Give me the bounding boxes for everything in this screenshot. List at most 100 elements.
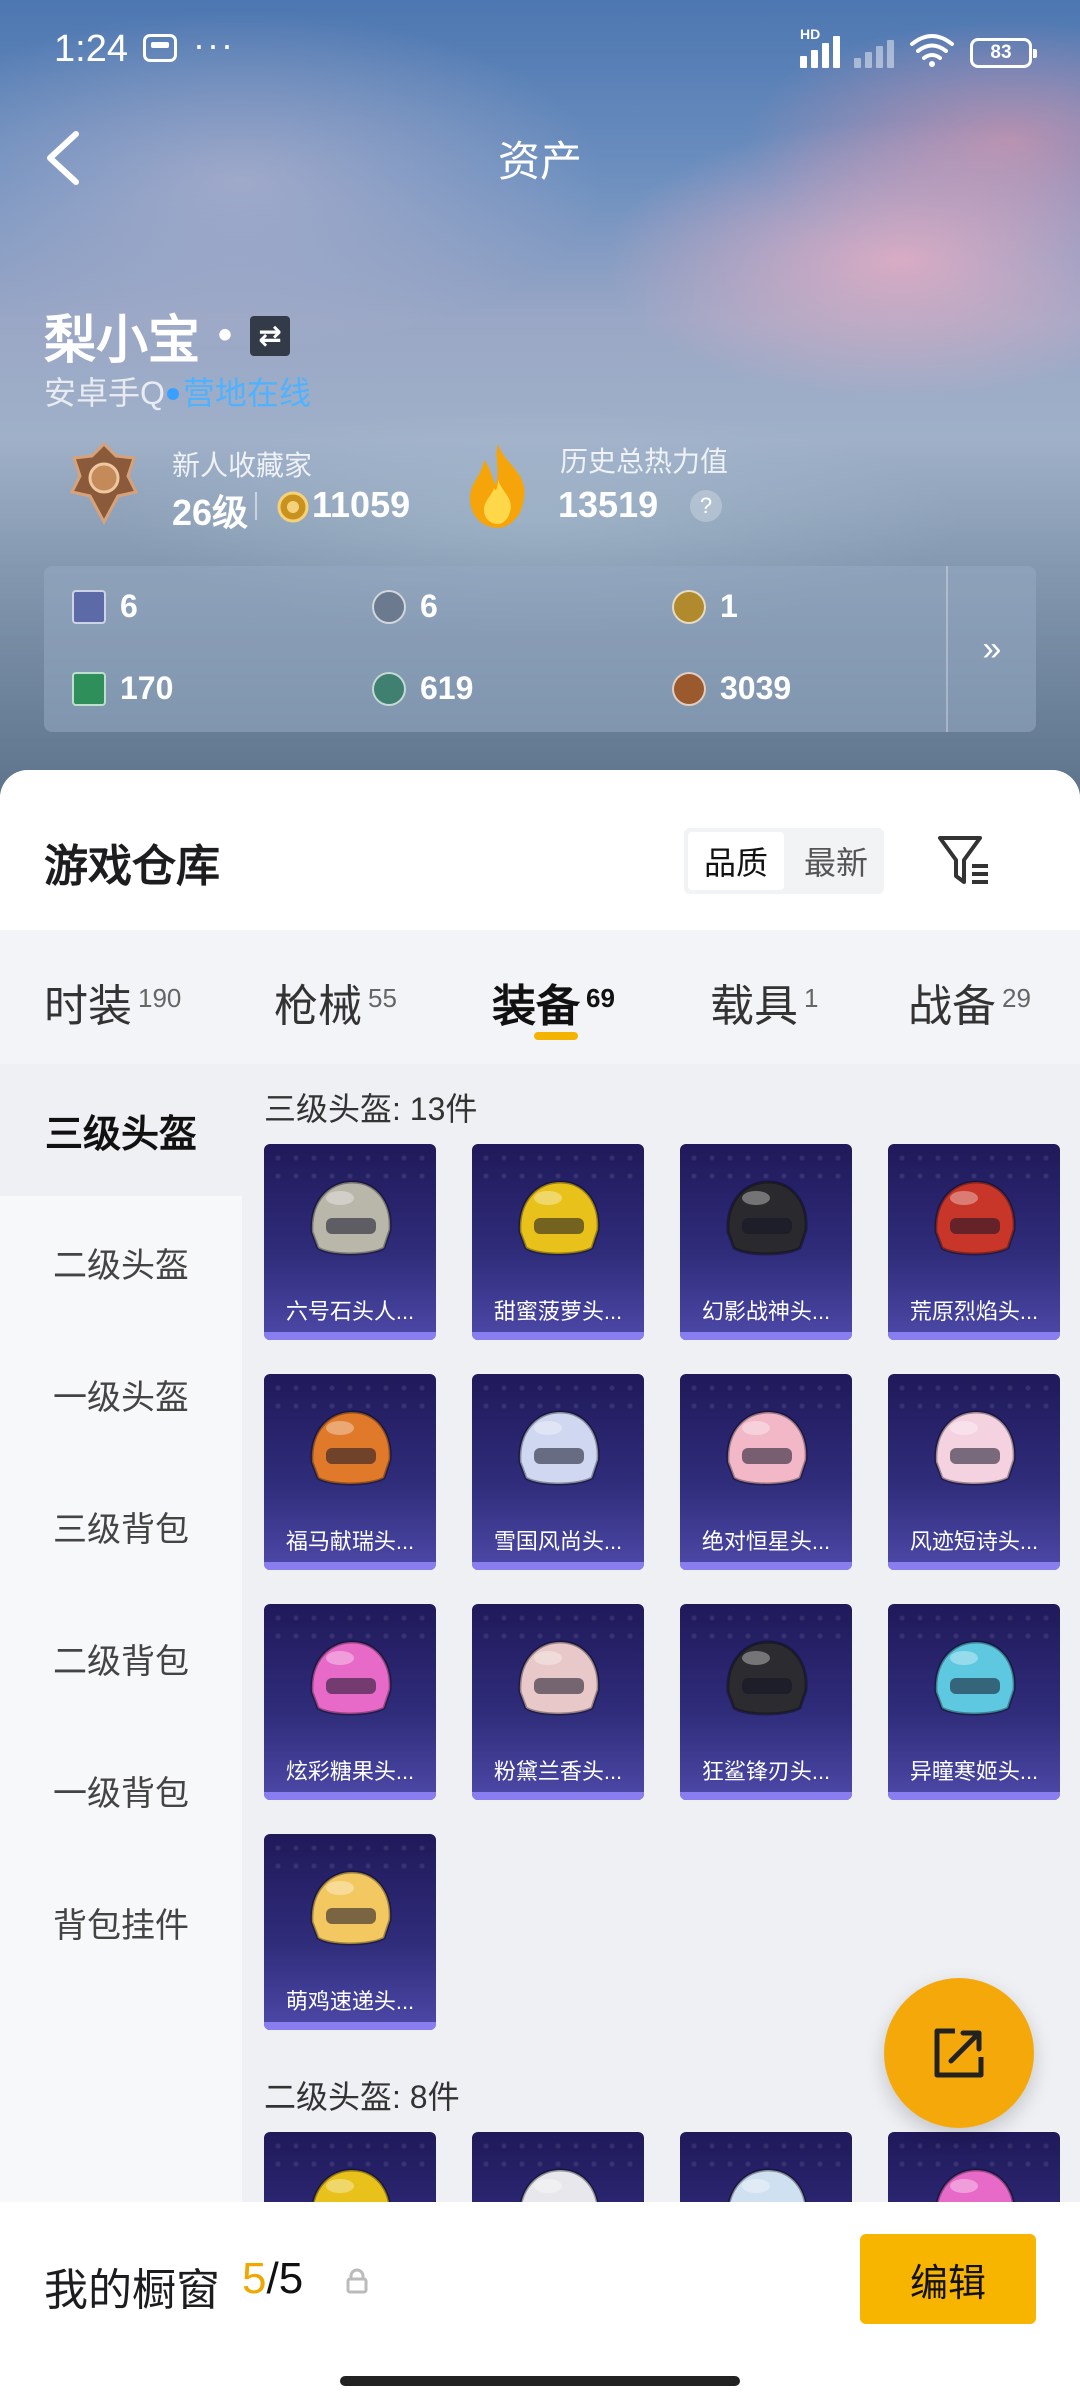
helmet-icon [518, 1410, 600, 1486]
coin-count: 11059 [312, 484, 411, 525]
helmet-icon [310, 1410, 392, 1486]
section-title: 二级头盔: 8件 [264, 2079, 460, 2115]
helmet-icon [726, 1180, 808, 1256]
rarity-bar [680, 1332, 852, 1340]
status-time: 1:24 [54, 28, 128, 70]
signal-icon: HD [800, 26, 840, 68]
rarity-bar [680, 1792, 852, 1800]
rarity-bar [888, 1792, 1060, 1800]
divider [255, 492, 257, 520]
item-name: 粉黛兰香头... [493, 1759, 623, 1784]
sidebar-item-level3-helmet[interactable]: 三级头盔 [0, 1064, 242, 1196]
card-icon [72, 589, 106, 624]
sort-newest[interactable]: 最新 [788, 828, 884, 894]
edit-button[interactable]: 编辑 [860, 2234, 1036, 2324]
filter-icon[interactable] [934, 830, 994, 890]
item-card[interactable]: 甜蜜菠萝头... [472, 1144, 644, 1340]
tab-weapons[interactable]: 枪械 55 [274, 970, 397, 1034]
signal-2-icon [854, 34, 894, 68]
item-card[interactable]: 异瞳寒姬头... [888, 1604, 1060, 1800]
lock-icon [346, 2268, 368, 2294]
currency-item[interactable]: 3039 [672, 670, 791, 707]
collector-title: 新人收藏家 [172, 450, 313, 481]
item-card[interactable]: 绝对恒星头... [680, 1374, 852, 1570]
currency-item[interactable]: 1 [672, 588, 738, 625]
share-icon [934, 2028, 984, 2078]
message-icon [143, 34, 177, 62]
token-gold-icon [672, 589, 706, 624]
sidebar-item-level2-backpack[interactable]: 二级背包 [0, 1592, 242, 1724]
online-status: 营地在线 [182, 375, 311, 411]
helmet-icon [726, 1410, 808, 1486]
switch-account-icon[interactable]: ⇄ [250, 315, 291, 356]
item-card[interactable]: 荒原烈焰头... [888, 1144, 1060, 1340]
helmet-icon [518, 1180, 600, 1256]
online-dot-icon [166, 387, 179, 400]
rarity-bar [680, 1562, 852, 1570]
sidebar-item-backpack-charm[interactable]: 背包挂件 [0, 1856, 242, 1988]
showcase-bar: 我的橱窗 5/5 编辑 [0, 2202, 1080, 2400]
rarity-bar [264, 1332, 436, 1340]
helmet-icon [310, 1640, 392, 1716]
item-card[interactable]: 风迹短诗头... [888, 1374, 1060, 1570]
sidebar-item-level3-backpack[interactable]: 三级背包 [0, 1460, 242, 1592]
rarity-bar [888, 1562, 1060, 1570]
showcase-label: 我的橱窗 [44, 2266, 220, 2315]
tab-fashion[interactable]: 时装 190 [44, 970, 181, 1034]
item-card[interactable]: 狂鲨锋刃头... [680, 1604, 852, 1800]
currency-item[interactable]: 619 [372, 670, 473, 707]
item-name: 绝对恒星头... [701, 1529, 831, 1554]
tab-vehicles[interactable]: 载具 1 [710, 970, 818, 1034]
rarity-bar [472, 1792, 644, 1800]
heat-label: 历史总热力值 [560, 446, 729, 477]
share-button[interactable] [884, 1978, 1034, 2128]
item-card[interactable]: 福马献瑞头... [264, 1374, 436, 1570]
showcase-count: 5/5 [242, 2254, 304, 2303]
item-name: 甜蜜菠萝头... [493, 1299, 623, 1324]
tab-supplies[interactable]: 战备 29 [908, 970, 1031, 1034]
rarity-bar [472, 1332, 644, 1340]
status-bar: 1:24 ··· HD 83 [0, 0, 1080, 100]
helmet-icon [934, 1410, 1016, 1486]
help-icon[interactable]: ? [690, 490, 722, 522]
item-name: 幻影战神头... [701, 1299, 831, 1324]
rarity-bar [264, 1562, 436, 1570]
rarity-bar [888, 1332, 1060, 1340]
item-card[interactable]: 粉黛兰香头... [472, 1604, 644, 1800]
item-card[interactable]: 雪国风尚头... [472, 1374, 644, 1570]
item-card[interactable]: 炫彩糖果头... [264, 1604, 436, 1800]
helmet-icon [726, 1640, 808, 1716]
tab-equipment[interactable]: 装备 69 [492, 970, 615, 1034]
helmet-icon [934, 1180, 1016, 1256]
item-name: 风迹短诗头... [909, 1529, 1039, 1554]
currency-item[interactable]: 170 [72, 670, 173, 707]
helmet-icon [310, 1180, 392, 1256]
sidebar-item-level2-helmet[interactable]: 二级头盔 [0, 1196, 242, 1328]
item-name: 雪国风尚头... [493, 1529, 623, 1554]
helmet-icon [310, 1870, 392, 1946]
helmet-icon [934, 1640, 1016, 1716]
sort-toggle: 品质 最新 [684, 828, 884, 894]
ticket-green-icon [72, 671, 106, 706]
item-name: 荒原烈焰头... [909, 1299, 1039, 1324]
currency-item[interactable]: 6 [72, 588, 138, 625]
heat-value: 13519 [558, 484, 659, 525]
category-tabs: 时装 190 枪械 55 装备 69 载具 1 战备 29 [0, 930, 1080, 1064]
collector-medal-icon [69, 441, 139, 526]
sort-quality[interactable]: 品质 [688, 832, 784, 890]
currency-more-button[interactable]: » [946, 566, 1036, 732]
item-card[interactable]: 六号石头人... [264, 1144, 436, 1340]
item-name: 福马献瑞头... [285, 1529, 415, 1554]
item-name: 炫彩糖果头... [285, 1759, 415, 1784]
sidebar-item-level1-backpack[interactable]: 一级背包 [0, 1724, 242, 1856]
username-separator: • [218, 313, 233, 357]
sidebar-item-level1-helmet[interactable]: 一级头盔 [0, 1328, 242, 1460]
currency-item[interactable]: 6 [372, 588, 438, 625]
active-tab-indicator [534, 1032, 578, 1040]
item-card[interactable]: 萌鸡速递头... [264, 1834, 436, 2030]
rarity-bar [264, 2022, 436, 2030]
token-green-icon [372, 671, 406, 706]
battery-icon: 83 [970, 38, 1037, 68]
item-card[interactable]: 幻影战神头... [680, 1144, 852, 1340]
currency-panel: 6 6 1 170 619 3039 » [44, 566, 1036, 732]
